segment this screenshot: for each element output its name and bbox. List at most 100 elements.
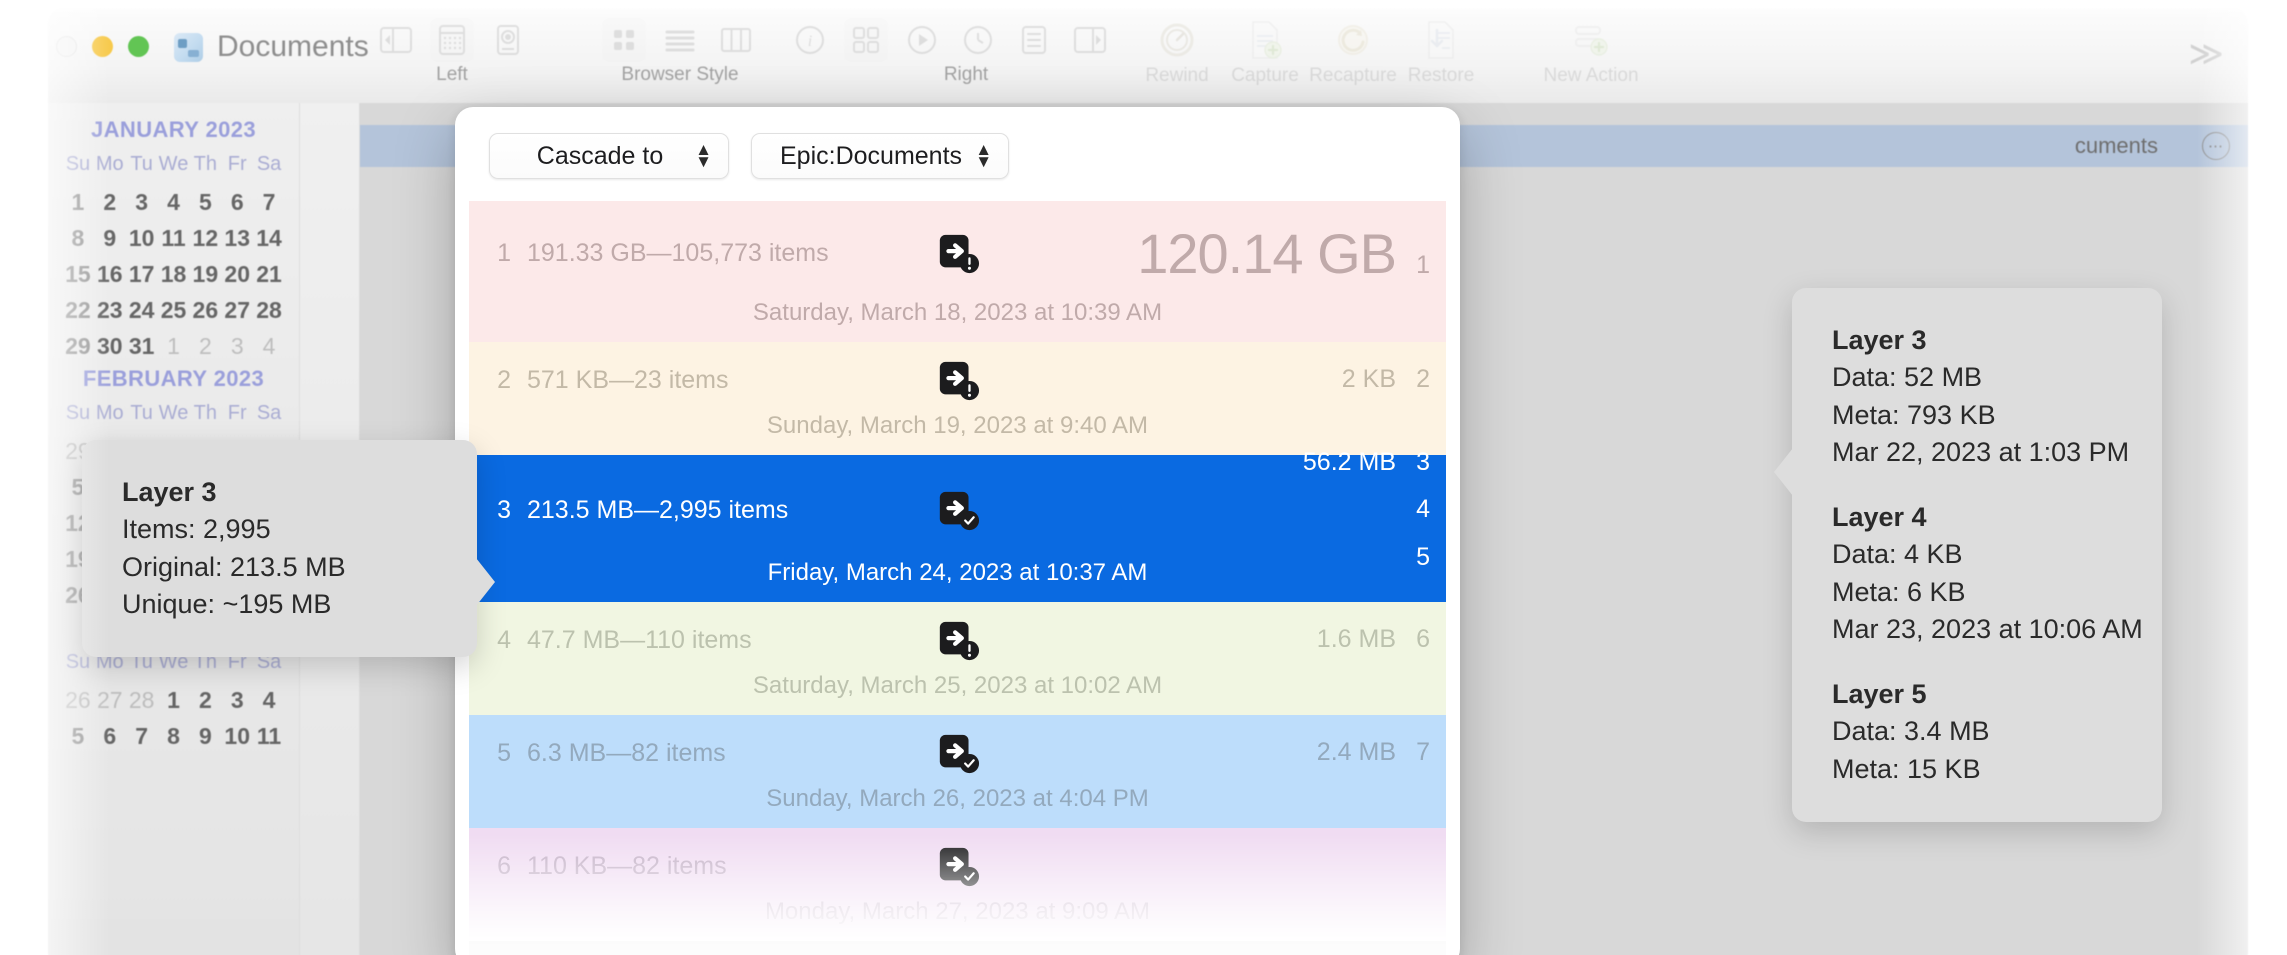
- calendar-day-cell[interactable]: 25: [158, 297, 190, 324]
- calendar-day-cell[interactable]: 12: [189, 225, 221, 252]
- drive-button[interactable]: [480, 18, 536, 62]
- calendar-day-cell[interactable]: 14: [253, 225, 285, 252]
- calendar-day-cell[interactable]: 5: [189, 189, 221, 216]
- export-check-icon[interactable]: [934, 729, 982, 777]
- play-circle-icon: [900, 18, 944, 62]
- layer-row[interactable]: 3 213.5 MB—2,995 items 56.2 MB 3 4 5 Friday, M…: [469, 448, 1446, 602]
- calendar-day-cell[interactable]: 7: [253, 189, 285, 216]
- grid-four-button[interactable]: [838, 18, 894, 62]
- calendar-grid-button[interactable]: [424, 18, 480, 62]
- calendar-day-cell[interactable]: 11: [253, 723, 285, 750]
- column-view-button[interactable]: [708, 18, 764, 62]
- calendar-day-cell[interactable]: 10: [126, 225, 158, 252]
- layer-row-right: 120.14 GB 1: [1137, 221, 1430, 286]
- restore-button[interactable]: Restore: [1402, 18, 1480, 87]
- info-circle-icon: i: [788, 18, 832, 62]
- export-warning-icon[interactable]: [934, 356, 982, 404]
- export-warning-icon[interactable]: [934, 616, 982, 664]
- calendar-day-cell[interactable]: 6: [221, 189, 253, 216]
- calendar-day-cell[interactable]: 24: [126, 297, 158, 324]
- recapture-label: Recapture: [1309, 65, 1397, 86]
- sidebar-left-button[interactable]: [368, 18, 424, 62]
- document-plus-icon: [1243, 18, 1287, 62]
- calendar-day-header: Fr: [227, 402, 247, 424]
- calendar-day-cell[interactable]: 1: [158, 333, 190, 360]
- ellipsis-circle-icon[interactable]: ⋯: [2202, 132, 2230, 160]
- calendar-day-cell[interactable]: 27: [221, 297, 253, 324]
- calendar-day-cell[interactable]: 17: [126, 261, 158, 288]
- list-view-button[interactable]: [652, 18, 708, 62]
- calendar-day-cell[interactable]: 6: [94, 723, 126, 750]
- toolbar-overflow-button[interactable]: ≫: [2188, 34, 2224, 74]
- export-warning-icon[interactable]: [934, 229, 982, 277]
- play-button[interactable]: [894, 18, 950, 62]
- calendar-day-cell[interactable]: 28: [253, 297, 285, 324]
- window-titlebar: Documents Left Browser Style i Right Rew…: [48, 8, 2248, 103]
- toolbar-group-browser-style-label: Browser Style: [621, 64, 739, 85]
- calendar-day-cell[interactable]: 19: [189, 261, 221, 288]
- calendar-day-cell[interactable]: 26: [189, 297, 221, 324]
- calendar-day-cell[interactable]: 30: [94, 333, 126, 360]
- calendar-day-cell[interactable]: 28: [126, 687, 158, 714]
- close-button[interactable]: [56, 36, 77, 57]
- info-button[interactable]: i: [782, 18, 838, 62]
- calendar-day-cell[interactable]: 5: [62, 723, 94, 750]
- calendar-day-cell[interactable]: 2: [189, 333, 221, 360]
- calendar-day-header: Mo: [95, 153, 124, 175]
- layer-row[interactable]: 1 191.33 GB—105,773 items 120.14 GB 1 Saturd…: [469, 201, 1446, 342]
- sidebar-right-button[interactable]: [1062, 18, 1118, 62]
- calendar-day-cell[interactable]: 4: [253, 333, 285, 360]
- recapture-button[interactable]: Recapture: [1309, 18, 1397, 87]
- layer-list[interactable]: 1 191.33 GB—105,773 items 120.14 GB 1 Saturd…: [469, 201, 1446, 955]
- layer-row[interactable]: 6 110 KB—82 items Monday, March 27, 2023 a…: [469, 828, 1446, 941]
- calendar-day-cell[interactable]: 1: [62, 189, 94, 216]
- icon-view-button[interactable]: [596, 18, 652, 62]
- layer-row[interactable]: 5 6.3 MB—82 items 2.4 MB 7 Sunday, March 26,…: [469, 715, 1446, 828]
- calendar-day-cell[interactable]: 31: [126, 333, 158, 360]
- traffic-light-buttons[interactable]: [56, 36, 149, 57]
- calendar-day-cell[interactable]: 9: [94, 225, 126, 252]
- calendar-day-cell[interactable]: 11: [158, 225, 190, 252]
- new-action-button[interactable]: New Action: [1526, 18, 1656, 87]
- calendar-day-cell[interactable]: 26: [62, 687, 94, 714]
- calendar-day-cell[interactable]: 23: [94, 297, 126, 324]
- calendar-day-cell[interactable]: 3: [126, 189, 158, 216]
- sidebar-right-icon: [1068, 18, 1112, 62]
- cascade-sheet: Cascade to ▲ ▼ Epic:Documents ▲ ▼ 1 191.33 …: [455, 107, 1460, 955]
- calendar-day-cell[interactable]: 3: [221, 333, 253, 360]
- clock-button[interactable]: [950, 18, 1006, 62]
- calendar-day-cell[interactable]: 9: [189, 723, 221, 750]
- layer-row[interactable]: 4 47.7 MB—110 items 1.6 MB 6 Saturday, March…: [469, 602, 1446, 715]
- calendar-day-cell[interactable]: 29: [62, 333, 94, 360]
- minimize-button[interactable]: [92, 36, 113, 57]
- calendar-day-cell[interactable]: 22: [62, 297, 94, 324]
- calendar-day-cell[interactable]: 2: [94, 189, 126, 216]
- zoom-button[interactable]: [128, 36, 149, 57]
- calendar-day-cell[interactable]: 18: [158, 261, 190, 288]
- cascade-to-popup[interactable]: Cascade to ▲ ▼: [489, 133, 729, 179]
- calendar-day-cell[interactable]: 1: [158, 687, 190, 714]
- export-check-icon[interactable]: [934, 842, 982, 890]
- calendar-day-cell[interactable]: 8: [158, 723, 190, 750]
- layer-row[interactable]: 2 571 KB—23 items 2 KB 2 Sunday, March 19, 2…: [469, 342, 1446, 455]
- calendar-day-cell[interactable]: 27: [94, 687, 126, 714]
- calendar-day-cell[interactable]: 3: [221, 687, 253, 714]
- calendar-day-cell[interactable]: 2: [189, 687, 221, 714]
- calendar-day-cell[interactable]: 10: [221, 723, 253, 750]
- calendar-day-cell[interactable]: 4: [253, 687, 285, 714]
- calendar-day-cell[interactable]: 20: [221, 261, 253, 288]
- target-popup[interactable]: Epic:Documents ▲ ▼: [751, 133, 1010, 179]
- calendar-day-cell[interactable]: 8: [62, 225, 94, 252]
- calendar-day-cell[interactable]: 16: [94, 261, 126, 288]
- calendar-day-cell[interactable]: 7: [126, 723, 158, 750]
- calendar-day-cell[interactable]: 21: [253, 261, 285, 288]
- capture-button[interactable]: Capture: [1226, 18, 1304, 87]
- rewind-button[interactable]: Rewind: [1138, 18, 1216, 87]
- calendar-day-header: Tu: [130, 402, 153, 424]
- calendar-day-cell[interactable]: 13: [221, 225, 253, 252]
- calendar-day-cell[interactable]: 4: [158, 189, 190, 216]
- calendar-day-cell[interactable]: 15: [62, 261, 94, 288]
- layer-row-partial[interactable]: [469, 941, 1446, 955]
- details-list-button[interactable]: [1006, 18, 1062, 62]
- export-check-icon[interactable]: [934, 486, 982, 534]
